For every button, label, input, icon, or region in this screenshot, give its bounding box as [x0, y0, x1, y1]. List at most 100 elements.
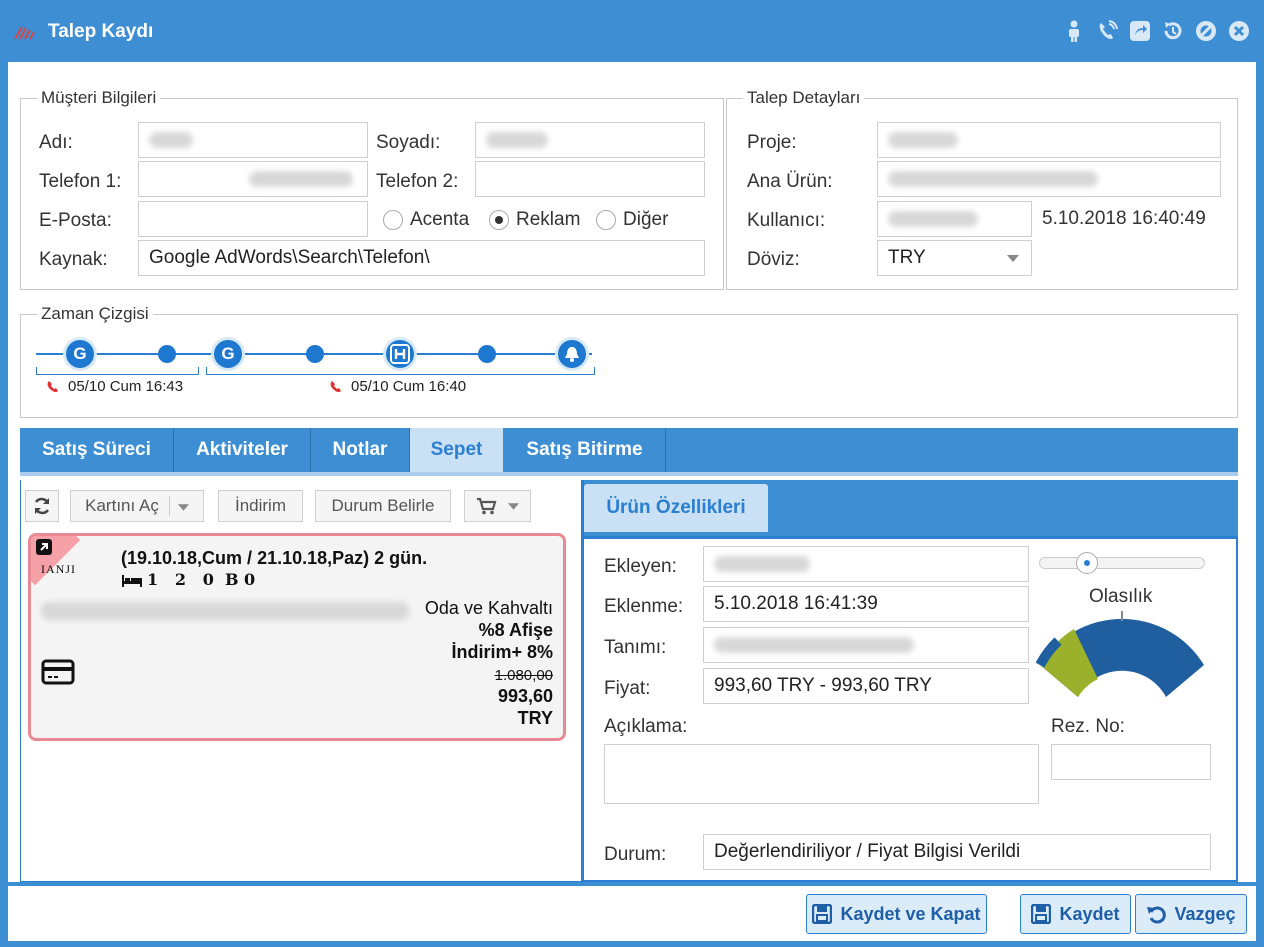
added-by-label: Ekleyen: [604, 556, 677, 577]
radio-diger-dot[interactable] [596, 210, 616, 230]
probability-slider[interactable] [1039, 552, 1205, 574]
status-input[interactable]: Değerlendiriliyor / Fiyat Bilgisi Verild… [703, 834, 1211, 870]
person-icon[interactable] [1063, 20, 1085, 42]
radio-reklam-label: Reklam [516, 209, 581, 230]
main-tab-bar: Satış Süreci Aktiviteler Notlar Sepet Sa… [20, 428, 1238, 476]
tab-product-properties[interactable]: Ürün Özellikleri [584, 484, 768, 532]
radio-acenta[interactable]: Acenta [383, 209, 469, 231]
currency-value: TRY [888, 247, 926, 268]
product-pane: Ürün Özellikleri Ekleyen: Eklenme: 5.10.… [582, 480, 1238, 882]
cart-item-product-name [41, 600, 409, 621]
share-icon[interactable] [1129, 20, 1151, 42]
open-card-label: Kartını Aç [85, 496, 159, 515]
cart-pane: Kartını Aç İndirim Durum Belirle IANJI (… [20, 480, 582, 882]
save-and-close-button[interactable]: Kaydet ve Kapat [806, 894, 987, 934]
window-body: Müşteri Bilgileri Adı: Soyadı: Telefon 1… [8, 62, 1256, 882]
block-icon[interactable] [1195, 20, 1217, 42]
set-status-button[interactable]: Durum Belirle [315, 490, 451, 522]
discount-button[interactable]: İndirim [218, 490, 303, 522]
timeline-entry-1[interactable]: 05/10 Cum 16:43 [46, 378, 183, 395]
currency-label: Döviz: [747, 249, 800, 270]
radio-reklam-dot[interactable] [489, 210, 509, 230]
tab-cart[interactable]: Sepet [410, 428, 503, 472]
timeline-node-dot1[interactable] [158, 345, 176, 363]
added-at-label: Eklenme: [604, 596, 684, 617]
poster-discount: %8 Afişe [478, 620, 553, 640]
phone-icon[interactable] [1096, 20, 1118, 42]
cart-item-dates: (19.10.18,Cum / 21.10.18,Paz) 2 gün. [121, 548, 428, 568]
occupancy-text: 1 2 0 B 0 [147, 570, 256, 589]
timeline-entry-1-text: 05/10 Cum 16:43 [68, 378, 184, 395]
cancel-button[interactable]: Vazgeç [1135, 894, 1247, 934]
rez-no-input[interactable] [1051, 744, 1211, 780]
project-input[interactable] [877, 122, 1221, 158]
timeline-node-g1[interactable]: G [63, 337, 97, 371]
timeline-node-dot3[interactable] [478, 345, 496, 363]
name-input[interactable] [138, 122, 368, 158]
tab-notes[interactable]: Notlar [311, 428, 410, 472]
chevron-down-icon [508, 502, 519, 510]
surname-input[interactable] [475, 122, 705, 158]
phone2-input[interactable] [475, 161, 705, 197]
save-icon [1031, 904, 1052, 924]
tab-sales-process[interactable]: Satış Süreci [20, 428, 174, 472]
email-input[interactable] [138, 201, 368, 237]
timeline-node-dot2[interactable] [306, 345, 324, 363]
save-icon [812, 904, 833, 924]
tab-sale-completion[interactable]: Satış Bitirme [504, 428, 666, 472]
history-icon[interactable] [1162, 20, 1184, 42]
occupancy-row: 1 2 0 B 0 [121, 570, 255, 589]
cart-item-card[interactable]: IANJI (19.10.18,Cum / 21.10.18,Paz) 2 gü… [28, 533, 566, 741]
price: 993,60 [497, 686, 553, 706]
radio-acenta-dot[interactable] [383, 210, 403, 230]
cart-menu-button[interactable] [464, 490, 531, 522]
timeline-entry-2[interactable]: 05/10 Cum 16:40 [329, 378, 466, 395]
timeline-node-bell[interactable] [555, 337, 589, 371]
cancel-label: Vazgeç [1174, 903, 1236, 924]
note-label: Açıklama: [604, 716, 688, 737]
added-at-input[interactable]: 5.10.2018 16:41:39 [703, 586, 1029, 622]
radio-reklam[interactable]: Reklam [489, 209, 580, 231]
timeline-node-h[interactable] [383, 337, 417, 371]
open-card-button[interactable]: Kartını Aç [70, 490, 204, 522]
footer-bar: Kaydet ve Kapat Kaydet Vazgeç [8, 886, 1256, 941]
user-input[interactable] [877, 201, 1032, 237]
price-input[interactable]: 993,60 TRY - 993,60 TRY [703, 668, 1029, 704]
title-icons [1063, 20, 1250, 42]
window-title: Talep Kaydı [48, 21, 154, 42]
save-button[interactable]: Kaydet [1020, 894, 1131, 934]
radio-diger[interactable]: Diğer [596, 209, 668, 231]
description-label: Tanımı: [604, 637, 667, 658]
description-input[interactable] [703, 627, 1029, 663]
app-logo-icon [14, 26, 35, 40]
timeline-node-g2[interactable]: G [211, 337, 245, 371]
main-product-input[interactable] [877, 161, 1221, 197]
probability-slider-handle[interactable] [1076, 552, 1098, 574]
user-label: Kullanıcı: [747, 210, 826, 231]
refresh-icon [34, 497, 50, 515]
phone1-input[interactable] [138, 161, 368, 197]
credit-card-icon[interactable] [41, 659, 75, 685]
status-label: Durum: [604, 844, 667, 865]
name-label: Adı: [39, 132, 73, 153]
source-input[interactable]: Google AdWords\Search\Telefon\ [138, 240, 705, 276]
chevron-down-icon[interactable] [168, 496, 189, 516]
project-label: Proje: [747, 132, 797, 153]
added-by-input[interactable] [703, 546, 1029, 582]
phone-call-icon [47, 380, 58, 392]
note-textarea[interactable] [604, 744, 1039, 804]
tab-activities[interactable]: Aktiviteler [174, 428, 311, 472]
product-form: Ekleyen: Eklenme: 5.10.2018 16:41:39 Tan… [584, 536, 1238, 880]
timeline-legend: Zaman Çizgisi [41, 304, 149, 323]
rez-no-label: Rez. No: [1051, 716, 1125, 737]
currency-select[interactable]: TRY [877, 240, 1032, 276]
refresh-button[interactable] [25, 490, 59, 522]
timeline-box: Zaman Çizgisi [20, 304, 1238, 418]
price-currency: TRY [517, 708, 553, 728]
probability-label: Olasılık [1089, 586, 1153, 607]
extra-discount: İndirim+ 8% [451, 642, 553, 662]
board-type: Oda ve Kahvaltı [424, 598, 553, 618]
save-and-close-label: Kaydet ve Kapat [840, 903, 981, 924]
close-icon[interactable] [1228, 20, 1250, 42]
external-link-icon[interactable] [36, 539, 52, 555]
